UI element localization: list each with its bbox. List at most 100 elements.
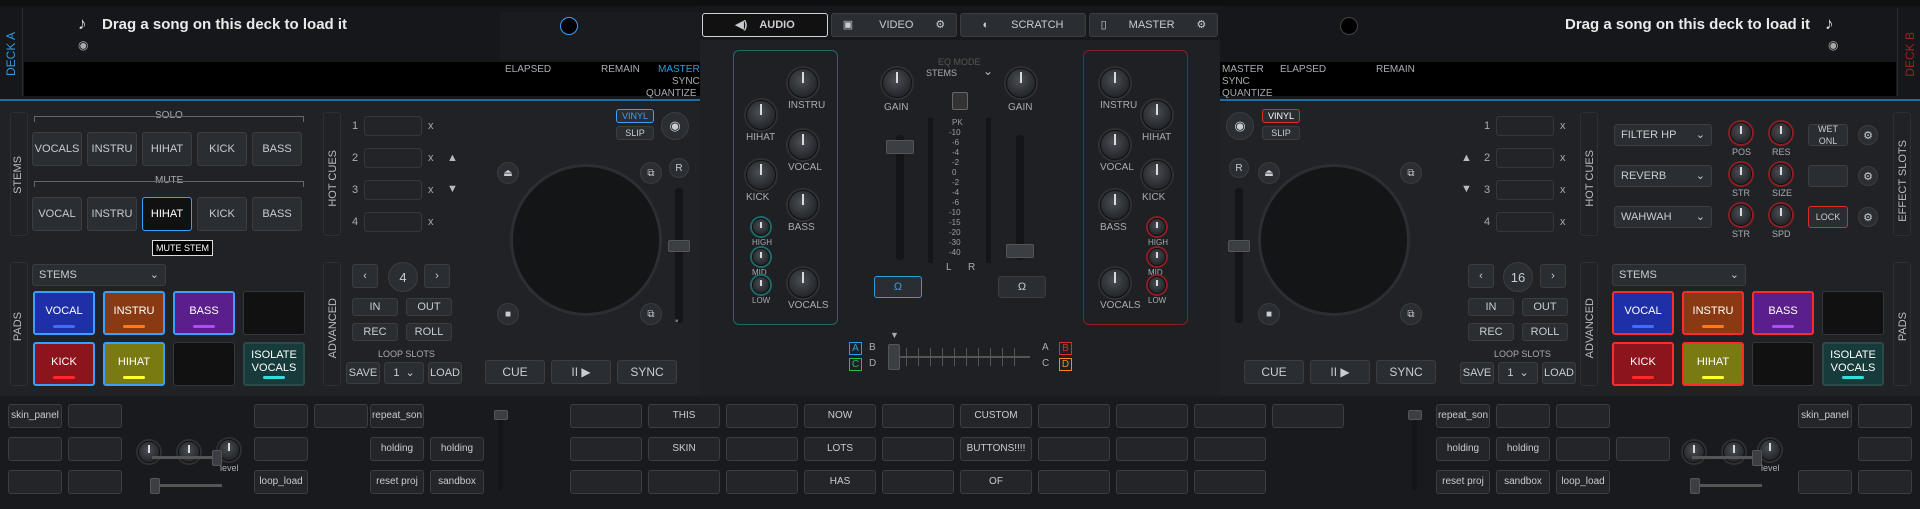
tab-scratch[interactable]: ◐ SCRATCH <box>960 13 1086 37</box>
loop-out-button[interactable]: OUT <box>1522 298 1568 316</box>
solo-vocals-button[interactable]: VOCALS <box>32 132 82 166</box>
custom-button[interactable] <box>1194 437 1266 461</box>
tab-video[interactable]: ▣ VIDEO ⚙ <box>831 13 957 37</box>
deck-a-pads-mode[interactable]: STEMS ⌄ <box>32 264 166 286</box>
hot-cue-clear[interactable]: x <box>1560 152 1566 164</box>
gain-knob-right[interactable] <box>1006 68 1036 98</box>
pad-instru[interactable]: INSTRU <box>103 291 165 335</box>
custom-button[interactable] <box>882 470 954 494</box>
custom-button[interactable]: NOW <box>804 404 876 428</box>
deck-a-play-button[interactable]: II ▶ <box>551 360 611 384</box>
custom-button[interactable]: SKIN <box>648 437 720 461</box>
custom-button[interactable]: skin_panel <box>1798 404 1852 428</box>
hot-cue-clear[interactable]: x <box>1560 216 1566 228</box>
loop-size[interactable]: 16 <box>1503 262 1533 292</box>
clone-icon[interactable]: ⧉ <box>640 303 662 325</box>
stem-knob-high[interactable] <box>752 218 770 236</box>
custom-button[interactable]: holding <box>430 437 484 461</box>
hot-cue-4[interactable] <box>1496 212 1554 232</box>
stem-knob-hihat[interactable] <box>1142 100 1172 130</box>
custom-button[interactable] <box>314 404 368 428</box>
pad-instru[interactable]: INSTRU <box>1682 291 1744 335</box>
deck-a-sync[interactable]: SYNC <box>672 76 700 87</box>
deck-a-quantize[interactable]: QUANTIZE <box>646 88 697 99</box>
custom-button[interactable] <box>254 404 308 428</box>
deck-a-pad-empty[interactable] <box>173 342 235 386</box>
hot-cue-4[interactable] <box>364 212 422 232</box>
loop-roll-button[interactable]: ROLL <box>1522 323 1568 341</box>
custom-button[interactable] <box>1798 470 1852 494</box>
custom-button[interactable]: OF <box>960 470 1032 494</box>
custom-button[interactable] <box>1556 437 1610 461</box>
custom-button[interactable]: LOTS <box>804 437 876 461</box>
tab-master[interactable]: ▯ MASTER ⚙ <box>1089 13 1218 37</box>
settings-icon[interactable]: ⚙ <box>1858 166 1878 186</box>
stem-knob-vocal[interactable] <box>788 130 818 160</box>
eject-icon[interactable]: ⏏ <box>1258 162 1280 184</box>
custom-button[interactable]: CUSTOM <box>960 404 1032 428</box>
stem-knob-hihat[interactable] <box>746 100 776 130</box>
level-knob-right[interactable] <box>1759 439 1781 461</box>
custom-button[interactable] <box>8 437 62 461</box>
stem-knob-kick[interactable] <box>746 160 776 190</box>
effect-toggle-button[interactable] <box>1808 165 1848 187</box>
deck-b-sync-button[interactable]: SYNC <box>1376 360 1436 384</box>
reset-icon[interactable]: R <box>669 158 689 178</box>
bottom-left-knob-1[interactable] <box>138 441 160 463</box>
v-slider-left[interactable] <box>498 410 503 490</box>
xf-left-c[interactable]: C <box>849 358 862 371</box>
deck-b-cue-button[interactable]: CUE <box>1244 360 1304 384</box>
deck-b-pad-empty[interactable] <box>1822 291 1884 335</box>
loop-double-button[interactable]: › <box>424 264 450 288</box>
tab-audio[interactable]: ◀) AUDIO <box>702 13 828 37</box>
h-slider-left-2[interactable] <box>152 484 222 487</box>
h-slider-left-1-handle[interactable] <box>212 450 222 466</box>
mute-bass-button[interactable]: BASS <box>252 197 302 231</box>
hot-cue-clear[interactable]: x <box>1560 184 1566 196</box>
headphone-cue-left[interactable]: Ω <box>874 276 922 298</box>
gain-knob-left[interactable] <box>882 68 912 98</box>
cue-down-icon[interactable]: ▼ <box>1461 183 1472 195</box>
custom-button[interactable] <box>68 404 122 428</box>
loop-double-button[interactable]: › <box>1540 264 1566 288</box>
solo-bass-button[interactable]: BASS <box>252 132 302 166</box>
chevron-down-icon[interactable]: ⌄ <box>983 64 993 78</box>
hot-cue-clear[interactable]: x <box>1560 120 1566 132</box>
settings-icon[interactable]: ⚙ <box>1858 207 1878 227</box>
stem-knob-mid[interactable] <box>752 248 770 266</box>
loop-save-button[interactable]: SAVE <box>1460 362 1494 384</box>
custom-button[interactable] <box>1858 404 1912 428</box>
deck-b-master[interactable]: MASTER <box>1222 64 1264 75</box>
deck-a-sync-button[interactable]: SYNC <box>617 360 677 384</box>
h-slider-right-1-handle[interactable] <box>1752 450 1762 466</box>
effect-param-knob[interactable] <box>1730 122 1752 144</box>
stem-knob-low[interactable] <box>1148 276 1166 294</box>
custom-button[interactable]: sandbox <box>1496 470 1550 494</box>
pad-vocal[interactable]: VOCAL <box>1612 291 1674 335</box>
h-slider-right-2-handle[interactable] <box>1690 478 1700 494</box>
stems-mode-label[interactable]: STEMS <box>926 68 957 78</box>
pad-isolate-vocals[interactable]: ISOLATE VOCALS <box>243 342 305 386</box>
cue-down-icon[interactable]: ▼ <box>447 183 458 195</box>
custom-button[interactable] <box>1116 470 1188 494</box>
custom-button[interactable] <box>570 470 642 494</box>
effect-param-knob[interactable] <box>1770 122 1792 144</box>
loop-slot-select[interactable]: 1 ⌄ <box>1498 362 1538 384</box>
stem-knob-low[interactable] <box>752 276 770 294</box>
custom-button[interactable] <box>1496 404 1550 428</box>
mute-vocal-button[interactable]: VOCAL <box>32 197 82 231</box>
eye-icon[interactable]: ◉ <box>661 112 689 140</box>
effect-select-0[interactable]: FILTER HP ⌄ <box>1614 124 1712 146</box>
v-slider-left-handle[interactable] <box>494 410 508 420</box>
loop-save-button[interactable]: SAVE <box>346 362 380 384</box>
deck-b-pitch-fader[interactable] <box>1228 240 1250 252</box>
headphone-split-icon[interactable] <box>952 92 968 110</box>
custom-button[interactable] <box>648 470 720 494</box>
xf-right-b[interactable]: B <box>1059 342 1072 355</box>
stem-knob-vocal[interactable] <box>1100 130 1130 160</box>
deck-a-pad-empty[interactable] <box>243 291 305 335</box>
xf-right-c[interactable]: C <box>1042 358 1049 369</box>
custom-button[interactable]: BUTTONS!!!! <box>960 437 1032 461</box>
effect-param-knob[interactable] <box>1730 204 1752 226</box>
deck-b-pads-mode[interactable]: STEMS ⌄ <box>1612 264 1746 286</box>
